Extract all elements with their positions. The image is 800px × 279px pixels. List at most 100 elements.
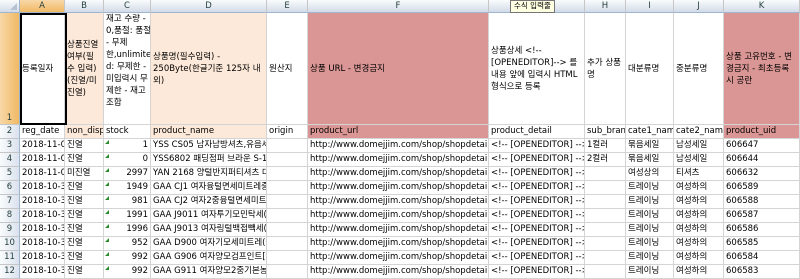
- data-cell[interactable]: 2018-11-02: [20, 153, 65, 167]
- data-cell[interactable]: GAA J9013 여자링털백접빽세(중국: [151, 223, 267, 237]
- data-cell[interactable]: GAA G911 여자양모2중기본농중국: [151, 265, 267, 279]
- data-cell[interactable]: <!-- [OPENEDITOR] -->: [489, 153, 585, 167]
- data-cell[interactable]: 952: [104, 237, 151, 251]
- row-header-6[interactable]: 6: [0, 181, 20, 195]
- data-cell[interactable]: [585, 237, 626, 251]
- data-cell[interactable]: 트레이닝: [626, 223, 674, 237]
- data-cell[interactable]: <!-- [OPENEDITOR] -->: [489, 237, 585, 251]
- data-cell[interactable]: [585, 223, 626, 237]
- field-name-cell-d[interactable]: product_name: [151, 125, 267, 139]
- data-cell[interactable]: 트레이닝: [626, 251, 674, 265]
- data-cell[interactable]: 2018-10-31: [20, 181, 65, 195]
- data-cell[interactable]: <!-- [OPENEDITOR] -->: [489, 139, 585, 153]
- data-cell[interactable]: 606585: [724, 237, 800, 251]
- data-cell[interactable]: 1컬러: [585, 139, 626, 153]
- data-cell[interactable]: 2018-10-31: [20, 209, 65, 223]
- field-name-cell-f[interactable]: product_url: [308, 125, 489, 139]
- data-cell[interactable]: 1: [104, 139, 151, 153]
- row-header-7[interactable]: 7: [0, 195, 20, 209]
- data-cell[interactable]: 606647: [724, 139, 800, 153]
- header-desc-cell-d[interactable]: 상품명(필수입력) - 250Byte(한글기준 125자 내외): [151, 13, 267, 125]
- header-desc-cell-f[interactable]: 상품 URL - 변경금지: [308, 13, 489, 125]
- data-cell[interactable]: 606632: [724, 167, 800, 181]
- field-name-cell-g[interactable]: product_detail: [489, 125, 585, 139]
- row-header-8[interactable]: 8: [0, 209, 20, 223]
- field-name-cell-e[interactable]: origin: [267, 125, 308, 139]
- data-cell[interactable]: 진열: [65, 223, 104, 237]
- data-cell[interactable]: 606584: [724, 251, 800, 265]
- header-desc-cell-g[interactable]: 상품상세 <!--[OPENEDITOR]--> 를 내용 앞에 입력시 HTM…: [489, 13, 585, 125]
- data-cell[interactable]: 1991: [104, 209, 151, 223]
- data-cell[interactable]: YSS CS05 남자남방셔츠,유음세중국OEM: [151, 139, 267, 153]
- column-header-i[interactable]: I: [626, 0, 674, 13]
- row-header-3[interactable]: 3: [0, 139, 20, 153]
- row-header-4[interactable]: 4: [0, 153, 20, 167]
- data-cell[interactable]: http://www.domejjim.com/shop/shopdetail.…: [308, 195, 489, 209]
- column-header-b[interactable]: B: [65, 0, 104, 13]
- data-cell[interactable]: [267, 195, 308, 209]
- field-name-cell-h[interactable]: sub_brand_n: [585, 125, 626, 139]
- row-header-9[interactable]: 9: [0, 223, 20, 237]
- data-cell[interactable]: 여성하의: [674, 237, 724, 251]
- data-cell[interactable]: 진열: [65, 181, 104, 195]
- row-header-1[interactable]: 1: [0, 13, 20, 125]
- data-cell[interactable]: http://www.domejjim.com/shop/shopdetail.…: [308, 153, 489, 167]
- data-cell[interactable]: 2018-11-02: [20, 139, 65, 153]
- data-cell[interactable]: 2018-10-31: [20, 265, 65, 279]
- header-desc-cell-k[interactable]: 상품 고유번호 - 변경금지 - 최초등록시 공란: [724, 13, 800, 125]
- header-desc-cell-j[interactable]: 중분류명: [674, 13, 724, 125]
- column-header-c[interactable]: C: [104, 0, 151, 13]
- data-cell[interactable]: 여성하의: [674, 223, 724, 237]
- data-cell[interactable]: [267, 237, 308, 251]
- data-cell[interactable]: YSS6802 패딩점퍼 브라운 S-1중국: [151, 153, 267, 167]
- select-all-corner[interactable]: [0, 0, 20, 13]
- data-cell[interactable]: 트레이닝: [626, 209, 674, 223]
- data-cell[interactable]: GAA J9011 여자투기모민탁세(중국: [151, 209, 267, 223]
- data-cell[interactable]: 진열: [65, 139, 104, 153]
- field-name-cell-c[interactable]: stock: [104, 125, 151, 139]
- data-cell[interactable]: <!-- [OPENEDITOR] -->: [489, 167, 585, 181]
- data-cell[interactable]: 2컬러: [585, 153, 626, 167]
- data-cell[interactable]: [267, 167, 308, 181]
- data-cell[interactable]: 2018-10-31: [20, 237, 65, 251]
- data-cell[interactable]: 진열: [65, 209, 104, 223]
- header-desc-cell-c[interactable]: 재고 수량 - 0,품절: 품절 - 무제 한,unlimite d: 무제한 …: [104, 13, 151, 125]
- data-cell[interactable]: GAA CJ2 여자2중융털면세미트중국: [151, 195, 267, 209]
- data-cell[interactable]: <!-- [OPENEDITOR] -->: [489, 223, 585, 237]
- data-cell[interactable]: 2018-10-31: [20, 223, 65, 237]
- data-cell[interactable]: http://www.domejjim.com/shop/shopdetail.…: [308, 209, 489, 223]
- data-cell[interactable]: 981: [104, 195, 151, 209]
- data-cell[interactable]: 여성하의: [674, 265, 724, 279]
- data-cell[interactable]: 진열: [65, 153, 104, 167]
- data-cell[interactable]: 진열: [65, 265, 104, 279]
- data-cell[interactable]: 1949: [104, 181, 151, 195]
- column-header-h[interactable]: H: [585, 0, 626, 13]
- row-header-10[interactable]: 10: [0, 237, 20, 251]
- column-header-d[interactable]: D: [151, 0, 267, 13]
- field-name-cell-k[interactable]: product_uid: [724, 125, 800, 139]
- header-desc-cell-a[interactable]: 등록일자: [20, 13, 65, 125]
- data-cell[interactable]: http://www.domejjim.com/shop/shopdetail.…: [308, 181, 489, 195]
- data-cell[interactable]: GAA CJ1 여자융털면세미트레중국: [151, 181, 267, 195]
- data-cell[interactable]: http://www.domejjim.com/shop/shopdetail.…: [308, 265, 489, 279]
- data-cell[interactable]: 묶음세일: [626, 139, 674, 153]
- data-cell[interactable]: [585, 209, 626, 223]
- data-cell[interactable]: 트레이닝: [626, 195, 674, 209]
- data-cell[interactable]: 진열: [65, 195, 104, 209]
- row-header-2[interactable]: 2: [0, 125, 20, 139]
- data-cell[interactable]: 606586: [724, 223, 800, 237]
- column-header-a[interactable]: A: [20, 0, 65, 13]
- data-cell[interactable]: 진열: [65, 237, 104, 251]
- data-cell[interactable]: 1996: [104, 223, 151, 237]
- data-cell[interactable]: 여성하의: [674, 181, 724, 195]
- header-desc-cell-b[interactable]: 상품진열 여부(필수 입력) (진열/미 진열): [65, 13, 104, 125]
- data-cell[interactable]: 남성세일: [674, 139, 724, 153]
- header-desc-cell-h[interactable]: 추가 상품명: [585, 13, 626, 125]
- column-header-e[interactable]: E: [267, 0, 308, 13]
- header-desc-cell-e[interactable]: 원산지: [267, 13, 308, 125]
- data-cell[interactable]: [267, 265, 308, 279]
- field-name-cell-j[interactable]: cate2_name: [674, 125, 724, 139]
- field-name-cell-i[interactable]: cate1_nam: [626, 125, 674, 139]
- data-cell[interactable]: YAN 2168 양털반지퍼티셔츠 대한민국: [151, 167, 267, 181]
- data-cell[interactable]: GAA D900 여자기모세미트레(중국: [151, 237, 267, 251]
